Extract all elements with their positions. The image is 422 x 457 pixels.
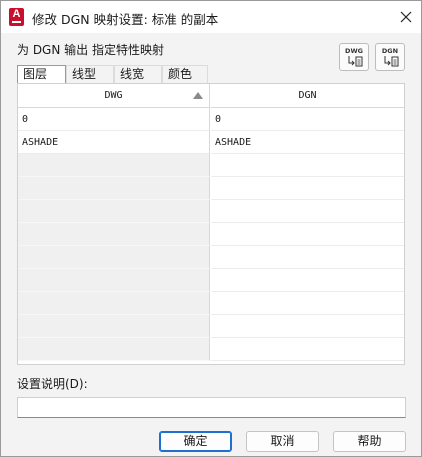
dwg-to-dgn-button[interactable]: DWG bbox=[339, 43, 369, 71]
empty-cell bbox=[211, 338, 404, 361]
dialog-window: A 修改 DGN 映射设置: 标准 的副本 为 DGN 输出 指定特性映射 DW… bbox=[0, 0, 422, 457]
table-row[interactable]: 0 0 bbox=[18, 108, 404, 131]
empty-cell bbox=[211, 223, 404, 246]
empty-cell bbox=[18, 315, 210, 338]
empty-row bbox=[18, 315, 404, 338]
dgn-to-dwg-button[interactable]: DGN bbox=[375, 43, 405, 71]
dwg-cell[interactable]: 0 bbox=[18, 108, 210, 131]
empty-cell bbox=[211, 246, 404, 269]
empty-cell bbox=[18, 246, 210, 269]
tab-colors[interactable]: 颜色 bbox=[162, 65, 208, 83]
column-header-dgn-label: DGN bbox=[298, 90, 317, 101]
dwg-cell[interactable]: ASHADE bbox=[18, 131, 210, 154]
empty-cell bbox=[18, 292, 210, 315]
close-button[interactable] bbox=[392, 5, 420, 29]
empty-cell bbox=[18, 223, 210, 246]
empty-row bbox=[18, 154, 404, 177]
close-icon bbox=[400, 11, 412, 23]
empty-row bbox=[18, 177, 404, 200]
empty-row bbox=[18, 269, 404, 292]
empty-cell bbox=[211, 200, 404, 223]
window-title: 修改 DGN 映射设置: 标准 的副本 bbox=[32, 12, 219, 27]
empty-cell bbox=[211, 292, 404, 315]
tab-lineweights[interactable]: 线宽 bbox=[114, 65, 162, 83]
empty-cell bbox=[18, 269, 210, 292]
sort-ascending-icon bbox=[193, 92, 203, 99]
title-bar: A 修改 DGN 映射设置: 标准 的副本 bbox=[1, 1, 421, 33]
column-header-dwg-label: DWG bbox=[104, 90, 123, 101]
autocad-app-icon: A bbox=[9, 8, 24, 26]
mapping-grid: DWG DGN 0 0 ASHADE ASHADE bbox=[17, 83, 405, 365]
help-button[interactable]: 帮助 bbox=[333, 431, 406, 452]
cancel-button[interactable]: 取消 bbox=[246, 431, 319, 452]
empty-cell bbox=[211, 154, 404, 177]
tab-layers[interactable]: 图层 bbox=[17, 65, 66, 83]
dgn-cell[interactable]: 0 bbox=[211, 108, 404, 131]
dgn-button-label: DGN bbox=[381, 47, 399, 55]
empty-cell bbox=[211, 269, 404, 292]
column-header-dwg[interactable]: DWG bbox=[18, 84, 210, 108]
empty-cell bbox=[18, 200, 210, 223]
arrow-document-icon bbox=[348, 56, 363, 67]
empty-row bbox=[18, 246, 404, 269]
empty-cell bbox=[18, 154, 210, 177]
empty-row bbox=[18, 200, 404, 223]
ok-button[interactable]: 确定 bbox=[159, 431, 232, 452]
empty-cell bbox=[211, 315, 404, 338]
empty-cell bbox=[18, 177, 210, 200]
empty-cell bbox=[211, 177, 404, 200]
description-label: 设置说明(D): bbox=[17, 377, 88, 391]
app-icon-letter: A bbox=[12, 8, 21, 20]
dgn-cell[interactable]: ASHADE bbox=[211, 131, 404, 154]
arrow-document-icon bbox=[384, 56, 399, 67]
mapping-label: 为 DGN 输出 指定特性映射 bbox=[17, 43, 164, 57]
empty-cell bbox=[18, 338, 210, 361]
dwg-button-label: DWG bbox=[345, 47, 363, 55]
description-input[interactable] bbox=[17, 397, 406, 418]
tab-linetypes[interactable]: 线型 bbox=[66, 65, 114, 83]
empty-row bbox=[18, 292, 404, 315]
empty-row bbox=[18, 223, 404, 246]
table-row[interactable]: ASHADE ASHADE bbox=[18, 131, 404, 154]
empty-row bbox=[18, 338, 404, 361]
grid-rows: 0 0 ASHADE ASHADE bbox=[18, 108, 404, 361]
column-header-dgn[interactable]: DGN bbox=[211, 84, 404, 108]
app-icon-bar bbox=[12, 21, 21, 23]
